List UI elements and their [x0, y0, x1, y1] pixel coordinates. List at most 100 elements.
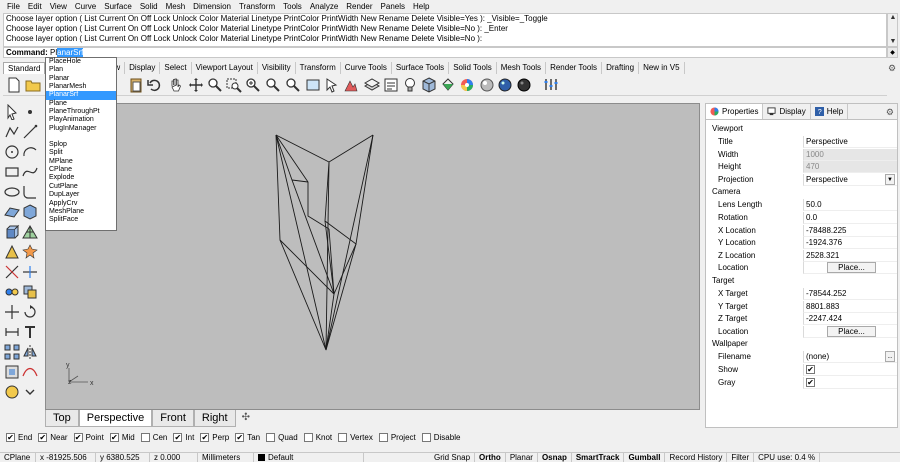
osnap-checkbox[interactable]: ✔: [73, 432, 83, 442]
pan-hand-icon[interactable]: [168, 77, 184, 93]
property-value[interactable]: (none)...: [803, 351, 897, 364]
polyline-icon[interactable]: [4, 124, 20, 140]
autocomplete-item[interactable]: PlaneThroughPt: [46, 108, 116, 116]
cube-icon[interactable]: [421, 77, 437, 93]
property-value[interactable]: Place...: [803, 325, 897, 338]
menu-item-solid[interactable]: Solid: [136, 0, 162, 13]
autocomplete-item[interactable]: ApplyCrv: [46, 200, 116, 208]
render-sphere-icon[interactable]: [497, 77, 513, 93]
status-layer[interactable]: Default: [254, 452, 364, 462]
osnap-end[interactable]: ✔ End: [6, 432, 32, 442]
arc-icon[interactable]: [22, 144, 38, 160]
array-icon[interactable]: [4, 344, 20, 360]
osnap-perp[interactable]: ✔ Perp: [200, 432, 229, 442]
autocomplete-item[interactable]: Explode: [46, 174, 116, 182]
viewport-tab-top[interactable]: Top: [45, 410, 79, 427]
analyze-curvature-icon[interactable]: [22, 364, 38, 380]
rotate-view-icon[interactable]: [188, 77, 204, 93]
solid-tools-icon[interactable]: [4, 244, 20, 260]
autocomplete-item[interactable]: CutPlane: [46, 183, 116, 191]
autocomplete-item[interactable]: Splop: [46, 141, 116, 149]
zoom-all-icon[interactable]: [285, 77, 301, 93]
autocomplete-item[interactable]: DupLayer: [46, 191, 116, 199]
autocomplete-item[interactable]: PlugInManager: [46, 125, 116, 133]
dropdown-arrow-icon[interactable]: ▼: [885, 173, 895, 185]
osnap-checkbox[interactable]: ✔: [109, 432, 119, 442]
autocomplete-item[interactable]: PlayAnimation: [46, 116, 116, 124]
tab-viewport-layout[interactable]: Viewport Layout: [191, 62, 258, 74]
tab-render-tools[interactable]: Render Tools: [546, 62, 603, 74]
autocomplete-item[interactable]: PlaceHole: [46, 58, 116, 66]
autocomplete-item[interactable]: PlanarMesh: [46, 83, 116, 91]
menu-item-help[interactable]: Help: [409, 0, 433, 13]
menu-item-file[interactable]: File: [3, 0, 24, 13]
autocomplete-item[interactable]: MeshPlane: [46, 208, 116, 216]
zoom-icon[interactable]: [207, 77, 223, 93]
status-toggle-osnap[interactable]: Osnap: [538, 452, 572, 462]
osnap-checkbox[interactable]: ✔: [200, 432, 210, 442]
menu-item-view[interactable]: View: [46, 0, 71, 13]
menu-item-tools[interactable]: Tools: [279, 0, 306, 13]
explode-icon[interactable]: [22, 244, 38, 260]
status-units[interactable]: Millimeters: [198, 452, 254, 462]
render-icon[interactable]: [4, 384, 20, 400]
rectangle-icon[interactable]: [4, 164, 20, 180]
tab-solid-tools[interactable]: Solid Tools: [449, 62, 497, 74]
tab-visibility[interactable]: Visibility: [257, 62, 296, 74]
tab-display[interactable]: Display: [763, 104, 811, 119]
osnap-point[interactable]: ✔ Point: [73, 432, 104, 442]
tab-display[interactable]: Display: [125, 62, 161, 74]
ellipse-icon[interactable]: [4, 184, 20, 200]
property-value[interactable]: -78544.252: [803, 288, 897, 300]
property-value[interactable]: -78488.225: [803, 224, 897, 237]
menu-item-transform[interactable]: Transform: [235, 0, 279, 13]
more-tools-icon[interactable]: [22, 384, 38, 400]
osnap-checkbox[interactable]: [421, 432, 431, 442]
menu-item-analyze[interactable]: Analyze: [306, 0, 342, 13]
mirror-icon[interactable]: [22, 344, 38, 360]
command-spin-icon[interactable]: ◆: [887, 47, 898, 58]
property-value[interactable]: -1924.376: [803, 237, 897, 250]
zoom-selected-icon[interactable]: [265, 77, 281, 93]
box-icon[interactable]: [22, 204, 38, 220]
tab-help[interactable]: ? Help: [811, 104, 849, 119]
viewport-tab-right[interactable]: Right: [193, 410, 236, 427]
osnap-disable[interactable]: Disable: [421, 432, 460, 442]
osnap-checkbox[interactable]: ✔: [235, 432, 245, 442]
status-toggle-planar[interactable]: Planar: [506, 452, 538, 462]
properties-icon[interactable]: [383, 77, 399, 93]
menu-item-dimension[interactable]: Dimension: [189, 0, 235, 13]
autocomplete-item[interactable]: SplitFace: [46, 216, 116, 224]
fillet-curve-icon[interactable]: [22, 184, 38, 200]
tab-select[interactable]: Select: [160, 62, 192, 74]
command-line[interactable]: Command: PlanarSrf: [3, 47, 887, 58]
history-scrollbar[interactable]: ▲ ▼: [887, 13, 898, 47]
osnap-checkbox[interactable]: ✔: [6, 432, 15, 442]
autocomplete-item[interactable]: Planar: [46, 75, 116, 83]
autocomplete-item[interactable]: Split: [46, 149, 116, 157]
osnap-checkbox[interactable]: ✔: [173, 432, 183, 442]
tab-standard[interactable]: Standard: [3, 62, 46, 74]
osnap-tan[interactable]: ✔ Tan: [235, 432, 260, 442]
analyze-icon[interactable]: [343, 77, 359, 93]
menu-item-render[interactable]: Render: [342, 0, 376, 13]
tab-new-in-v5[interactable]: New in V5: [639, 62, 685, 74]
osnap-near[interactable]: ✔ Near: [38, 432, 68, 442]
scroll-down-icon[interactable]: ▼: [889, 38, 897, 46]
browse-button[interactable]: ...: [885, 351, 895, 363]
perspective-viewport[interactable]: y z x: [45, 103, 700, 410]
menu-item-curve[interactable]: Curve: [71, 0, 100, 13]
select-arrow-icon[interactable]: [4, 104, 20, 120]
status-toggle-gumball[interactable]: Gumball: [624, 452, 666, 462]
osnap-checkbox[interactable]: [303, 432, 313, 442]
status-toggle-filter[interactable]: Filter: [727, 452, 755, 462]
dark-sphere-icon[interactable]: [516, 77, 532, 93]
curve-icon[interactable]: [22, 164, 38, 180]
osnap-int[interactable]: ✔ Int: [173, 432, 194, 442]
status-toggle-ortho[interactable]: Ortho: [475, 452, 506, 462]
property-value[interactable]: Place...: [803, 262, 897, 275]
place-button[interactable]: Place...: [827, 325, 876, 337]
place-button[interactable]: Place...: [827, 262, 876, 274]
circle-icon[interactable]: [4, 144, 20, 160]
new-file-icon[interactable]: [6, 77, 22, 93]
